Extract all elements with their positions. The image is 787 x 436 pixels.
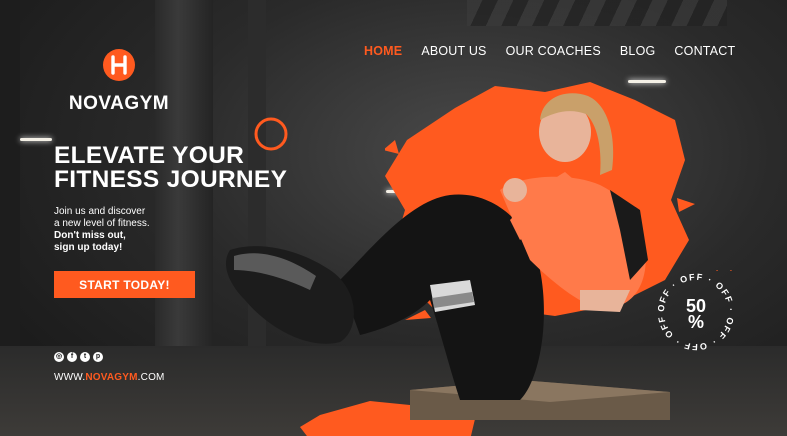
- brand-name: NOVAGYM: [68, 93, 170, 114]
- website-prefix: WWW.: [54, 372, 86, 383]
- website-highlight: NOVAGYM: [85, 372, 138, 383]
- ceiling-light: [20, 138, 52, 141]
- headline-line-2: FITNESS JOURNEY: [54, 166, 288, 193]
- ceiling-stripes: [467, 0, 727, 26]
- website-suffix: .COM: [137, 372, 165, 383]
- subtext-line-1: Join us and discover: [54, 206, 146, 217]
- brand-logo[interactable]: NOVAGYM: [54, 48, 184, 115]
- facebook-icon[interactable]: f: [67, 352, 77, 362]
- logo-mark-icon: [103, 49, 135, 81]
- hero-subtext: Join us and discover a new level of fitn…: [54, 206, 204, 254]
- subtext-bold-1: Don't miss out,: [54, 230, 126, 241]
- pinterest-icon[interactable]: p: [93, 352, 103, 362]
- nav-home[interactable]: HOME: [364, 44, 402, 58]
- social-links: ◎ f t p: [54, 352, 103, 362]
- instagram-icon[interactable]: ◎: [54, 352, 64, 362]
- main-nav: HOME ABOUT US OUR COACHES BLOG CONTACT: [364, 44, 754, 58]
- headline-line-1: ELEVATE YOUR: [54, 142, 245, 169]
- nav-our-coaches[interactable]: OUR COACHES: [506, 44, 601, 58]
- hero-headline: ELEVATE YOUR FITNESS JOURNEY: [54, 142, 288, 193]
- start-today-button[interactable]: START TODAY!: [54, 271, 195, 298]
- twitter-icon[interactable]: t: [80, 352, 90, 362]
- nav-contact[interactable]: CONTACT: [674, 44, 735, 58]
- discount-percent: 50 %: [685, 296, 707, 332]
- nav-about-us[interactable]: ABOUT US: [421, 44, 486, 58]
- website-link[interactable]: WWW.NOVAGYM.COM: [54, 372, 165, 383]
- nav-blog[interactable]: BLOG: [620, 44, 656, 58]
- athlete-image: [225, 93, 670, 420]
- subtext-bold-2: sign up today!: [54, 242, 123, 253]
- subtext-line-2: a new level of fitness.: [54, 218, 150, 229]
